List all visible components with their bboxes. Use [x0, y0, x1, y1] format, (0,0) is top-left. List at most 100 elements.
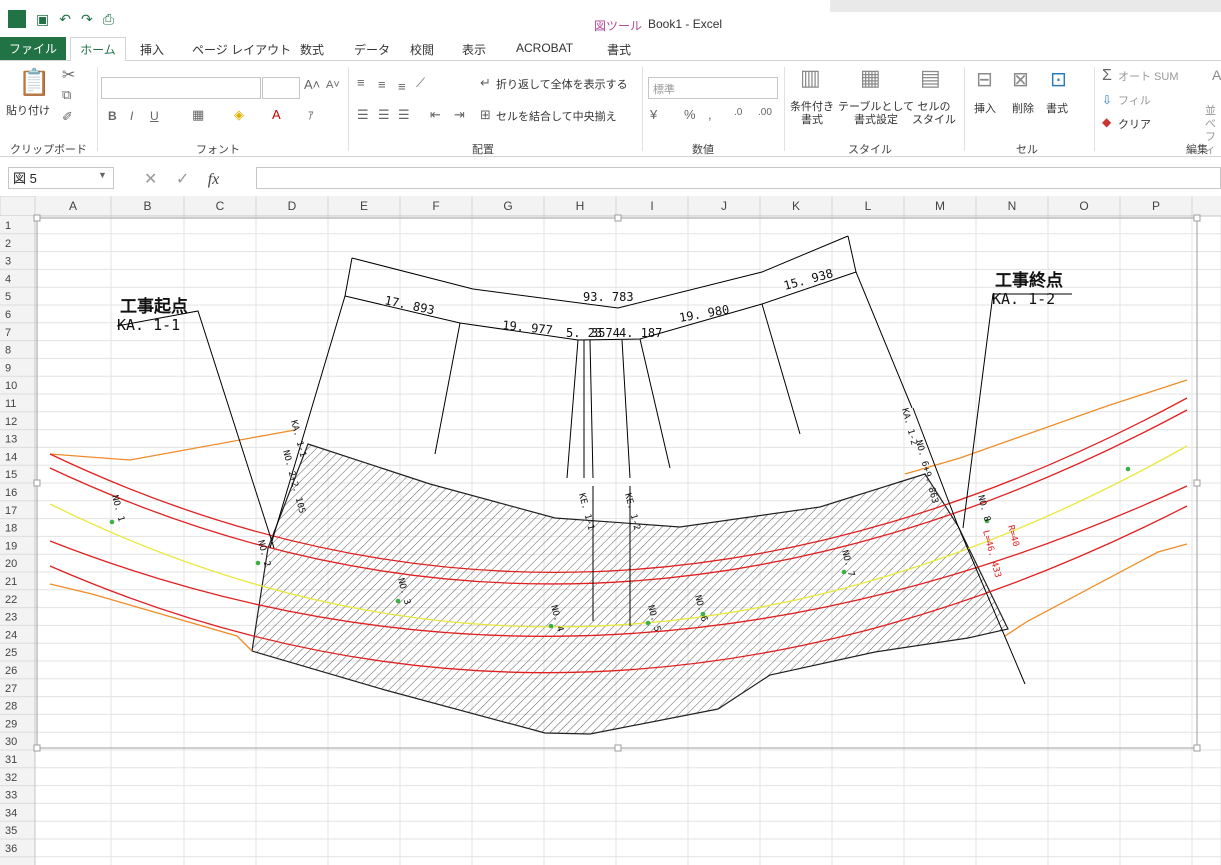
decrease-indent-icon[interactable]: ⇤ [430, 107, 441, 123]
align-left-icon[interactable]: ☰ [357, 107, 369, 123]
clear-icon[interactable]: ◆ [1102, 115, 1111, 129]
insert-function-icon[interactable]: fx [208, 171, 220, 188]
merge-center-button[interactable]: セルを結合して中央揃え [496, 111, 617, 124]
delete-cells-button[interactable]: 削除 [1012, 103, 1034, 116]
column-header-M: M [935, 199, 945, 213]
window-title: Book1 - Excel [648, 17, 723, 31]
row-header-3: 3 [5, 256, 11, 268]
name-box-dropdown-icon[interactable]: ▼ [98, 170, 107, 180]
font-color-icon[interactable]: A [272, 107, 281, 122]
redo-icon[interactable]: ↷ [81, 11, 93, 28]
align-right-icon[interactable]: ☰ [398, 107, 410, 123]
wrap-text-icon[interactable]: ↵ [480, 75, 491, 91]
save-icon[interactable]: ▣ [36, 11, 49, 28]
conditional-format-icon[interactable]: ▥ [800, 65, 821, 91]
station-point [109, 519, 115, 525]
table-format-icon[interactable]: ▦ [860, 65, 881, 91]
increase-decimal-icon[interactable]: .0 [734, 107, 742, 118]
tab-acrobat[interactable]: ACROBAT [516, 41, 573, 55]
row-header-13: 13 [5, 434, 17, 446]
border-icon[interactable]: ▦ [192, 107, 204, 123]
formula-input[interactable] [256, 167, 1221, 189]
column-header-K: K [792, 199, 800, 213]
resize-handle [33, 214, 41, 222]
font-size-select[interactable] [262, 77, 300, 99]
resize-handle [33, 744, 41, 752]
delete-cells-icon[interactable]: ⊠ [1012, 67, 1029, 92]
editing-group-label: 編集 [1186, 144, 1208, 156]
tab-home[interactable]: ホーム [70, 37, 126, 62]
format-painter-icon[interactable]: ✐ [62, 109, 73, 125]
cell-styles-icon[interactable]: ▤ [920, 65, 941, 91]
fill-color-icon[interactable]: ◈ [234, 107, 244, 123]
autosum-icon[interactable]: Σ [1102, 67, 1112, 85]
dimension-seg5-label: 4. 187 [619, 326, 662, 340]
underline-icon[interactable]: U [150, 109, 159, 123]
clear-button[interactable]: クリア [1118, 119, 1151, 132]
fill-button[interactable]: フィル [1118, 95, 1151, 108]
align-center-icon[interactable]: ☰ [378, 107, 390, 123]
insert-cells-button[interactable]: 挿入 [974, 103, 996, 116]
start-point-code: KA. 1-1 [117, 316, 180, 334]
merge-center-icon[interactable]: ⊞ [480, 107, 491, 123]
align-bottom-icon[interactable]: ≡ [398, 79, 406, 94]
number-format-select[interactable]: 標準 [648, 77, 778, 99]
autosum-button[interactable]: オート SUM [1118, 71, 1179, 84]
phonetic-icon[interactable]: ｱ [308, 107, 314, 123]
cut-icon[interactable]: ✂ [62, 65, 75, 85]
insert-cells-icon[interactable]: ⊟ [976, 67, 993, 92]
percent-icon[interactable]: % [684, 107, 696, 122]
paste-icon[interactable]: 📋 [18, 67, 50, 98]
alignment-group-label: 配置 [472, 144, 494, 156]
worksheet-grid[interactable]: A B C D E F G H I J K L M N O P 1 2 3 4 5 6 7 8 9 10 11 12 13 14 15 16 1… [0, 196, 1221, 865]
enter-icon[interactable]: ✓ [176, 171, 189, 188]
sort-filter-icon[interactable]: A [1212, 67, 1221, 83]
row-header-16: 16 [5, 487, 17, 499]
align-top-icon[interactable]: ≡ [357, 75, 365, 90]
conditional-format-button[interactable]: 条件付き 書式 [790, 101, 834, 127]
quick-access-toolbar: X ▣ ↶ ↷ ⎙ [8, 10, 114, 28]
row-header-22: 22 [5, 594, 17, 606]
wrap-text-button[interactable]: 折り返して全体を表示する [496, 79, 628, 92]
grow-font-icon[interactable]: A˄ [304, 77, 320, 92]
comma-icon[interactable]: , [708, 107, 712, 122]
format-cells-button[interactable]: 書式 [1046, 103, 1068, 116]
format-cells-icon[interactable]: ⊡ [1050, 67, 1067, 92]
cancel-icon[interactable]: ✕ [144, 171, 157, 188]
right-extension-line [847, 235, 913, 409]
paste-button[interactable]: 貼り付け [6, 105, 50, 118]
tab-formulas[interactable]: 数式 [300, 41, 324, 58]
font-name-select[interactable] [101, 77, 261, 99]
print-preview-icon[interactable]: ⎙ [103, 11, 114, 28]
tab-format[interactable]: 書式 [607, 41, 631, 58]
row-header-2: 2 [5, 238, 11, 250]
tab-insert[interactable]: 挿入 [140, 41, 164, 58]
align-middle-icon[interactable]: ≡ [378, 77, 386, 92]
decrease-decimal-icon[interactable]: .00 [758, 107, 772, 118]
tab-review[interactable]: 校閲 [410, 41, 434, 58]
bold-icon[interactable]: B [108, 109, 117, 123]
currency-icon[interactable]: ¥ [650, 107, 657, 122]
fill-icon[interactable]: ⇩ [1102, 93, 1112, 107]
orange-boundary-top-left [49, 429, 296, 461]
table-format-button[interactable]: テーブルとして 書式設定 [838, 101, 914, 127]
select-all-corner [0, 196, 36, 217]
offset-line-2 [566, 339, 579, 479]
tab-file[interactable]: ファイル [0, 37, 66, 60]
orientation-icon[interactable]: ⟋ [416, 75, 425, 91]
italic-icon[interactable]: I [130, 109, 133, 123]
undo-icon[interactable]: ↶ [59, 11, 71, 28]
row-header-31: 31 [5, 754, 17, 766]
copy-icon[interactable]: ⧉ [62, 87, 71, 103]
column-header-F: F [432, 199, 439, 213]
tab-view[interactable]: 表示 [462, 41, 486, 58]
shrink-font-icon[interactable]: A˅ [326, 79, 340, 91]
cell-styles-button[interactable]: セルの スタイル [912, 101, 956, 127]
resize-handle [1193, 744, 1201, 752]
tab-data[interactable]: データ [354, 41, 390, 58]
row-header-18: 18 [5, 523, 17, 535]
increase-indent-icon[interactable]: ⇥ [454, 107, 465, 123]
tab-page-layout[interactable]: ページ レイアウト [192, 41, 291, 58]
cell-styles-label-1: セルの [917, 101, 951, 113]
row-header-11: 11 [5, 398, 16, 410]
